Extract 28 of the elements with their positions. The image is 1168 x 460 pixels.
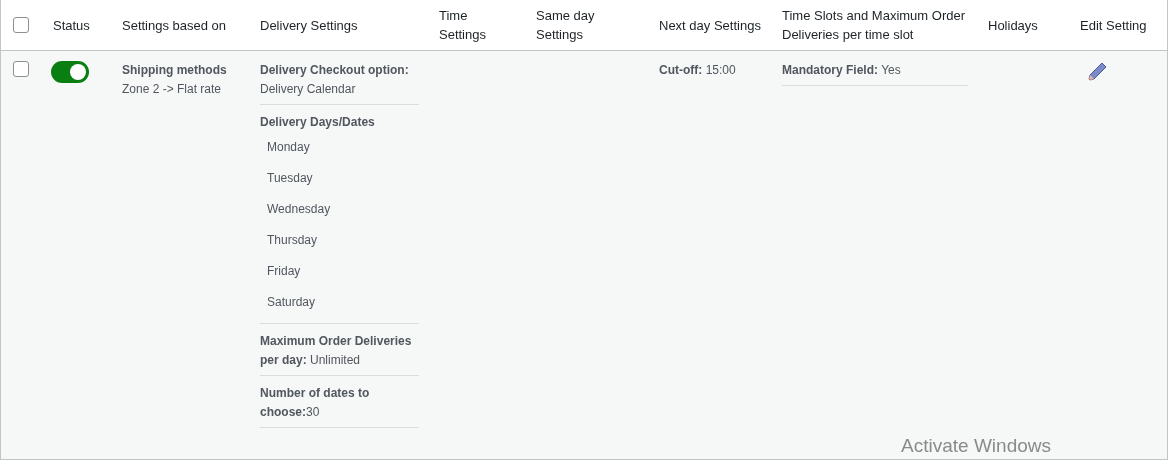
column-header: Settings based on [122, 17, 227, 33]
delivery-day: Friday [260, 256, 419, 287]
edit-pencil-icon[interactable] [1086, 61, 1108, 83]
row-checkbox[interactable] [13, 61, 29, 77]
column-header: Edit Setting [1080, 17, 1147, 33]
mandatory-field-text: Mandatory Field: Yes [782, 62, 902, 79]
setting-title: Delivery Days/Dates [260, 114, 376, 131]
status-toggle[interactable] [51, 61, 89, 83]
column-header: Same day Settings [536, 8, 595, 42]
delivery-day: Tuesday [260, 163, 419, 194]
column-header: Time Settings [439, 8, 486, 42]
activation-watermark: Activate Windows [901, 435, 1051, 457]
column-header: Delivery Settings [260, 17, 358, 33]
delivery-day: Thursday [260, 225, 419, 256]
delivery-day: Saturday [260, 287, 419, 318]
column-header: Holidays [988, 17, 1038, 33]
select-all-checkbox[interactable] [13, 17, 29, 33]
column-header: Status [53, 17, 90, 33]
setting-text: Number of dates to choose:30 [260, 385, 371, 421]
column-header: Time Slots and Maximum Order Deliveries per time slot [782, 8, 965, 42]
setting-text: Delivery Checkout option: Delivery Calendar [260, 62, 410, 98]
delivery-day: Monday [260, 132, 419, 163]
cutoff-text: Cut-off: 15:00 [659, 62, 737, 79]
shipping-zone-text: Zone 2 -> Flat rate [122, 81, 223, 98]
shipping-method-title: Shipping methods [122, 62, 228, 79]
setting-text: Maximum Order Deliveries per day: Unlimited [260, 333, 413, 369]
delivery-day: Wednesday [260, 194, 419, 225]
column-header: Next day Settings [659, 17, 761, 33]
